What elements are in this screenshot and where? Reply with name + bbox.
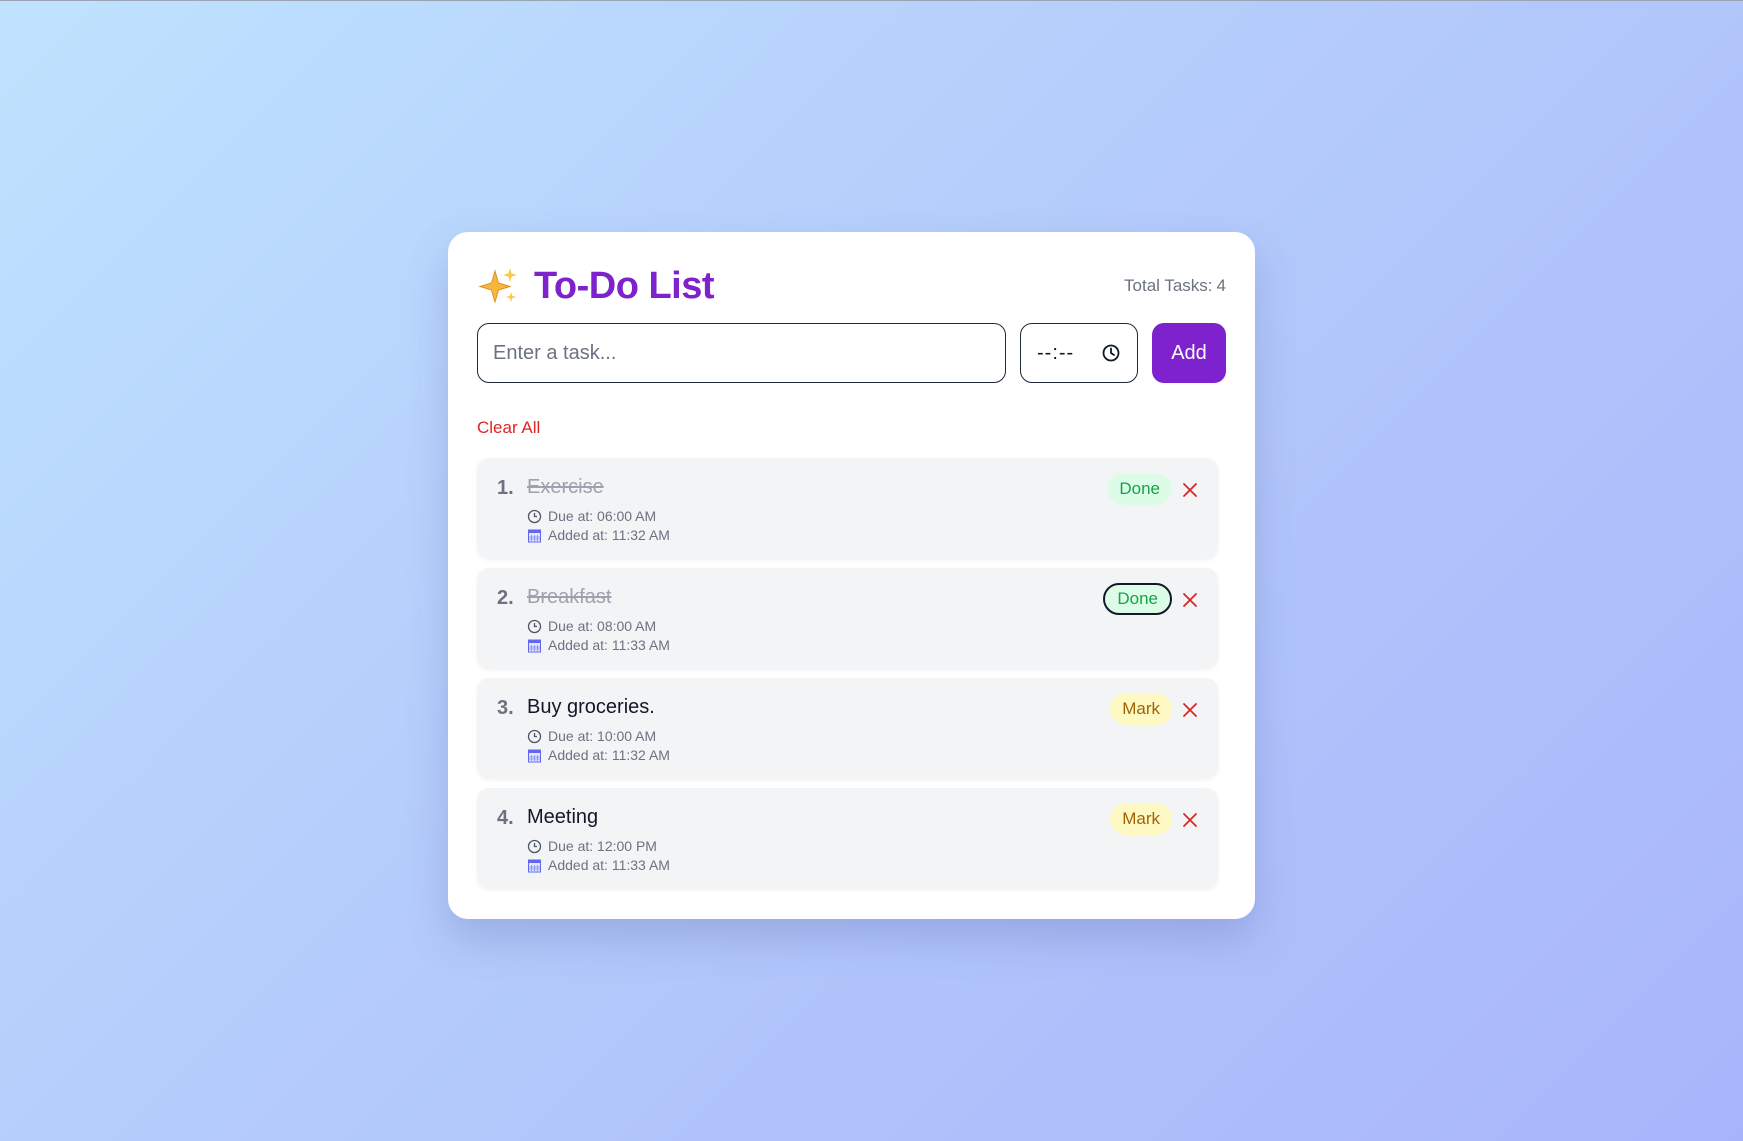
task-added: Added at: 11:33 AM [527, 857, 670, 873]
clock-icon [527, 619, 542, 633]
done-button[interactable]: Done [1103, 583, 1172, 615]
time-value: --:-- [1037, 341, 1075, 364]
task-added: Added at: 11:33 AM [527, 637, 670, 653]
header: To-Do List Total Tasks: 4 [478, 262, 1226, 310]
calendar-icon [528, 529, 541, 542]
task-text: Breakfast [527, 586, 612, 608]
add-button[interactable]: Add [1152, 323, 1226, 383]
task-number: 3. [497, 697, 514, 719]
clear-all-button[interactable]: Clear All [477, 418, 540, 438]
delete-icon[interactable] [1180, 700, 1200, 720]
task-number: 2. [497, 587, 514, 609]
task-due-text: Due at: 12:00 PM [548, 838, 657, 854]
clock-icon[interactable] [1101, 343, 1121, 363]
task-added-text: Added at: 11:32 AM [548, 527, 670, 543]
page-title: To-Do List [534, 264, 715, 307]
delete-icon[interactable] [1180, 590, 1200, 610]
task-item: 4. Meeting Due at: 12:00 PM Added at: 11… [477, 788, 1218, 888]
task-due: Due at: 06:00 AM [527, 508, 656, 524]
clock-icon [527, 839, 542, 853]
add-task-form: --:-- Add [477, 323, 1226, 383]
done-button[interactable]: Done [1107, 473, 1172, 505]
task-due-text: Due at: 08:00 AM [548, 618, 657, 634]
task-text: Meeting [527, 806, 599, 828]
title-wrap: To-Do List [478, 264, 715, 308]
task-text: Buy groceries. [527, 696, 655, 718]
delete-icon[interactable] [1180, 480, 1200, 500]
clock-icon [527, 509, 542, 523]
task-due: Due at: 10:00 AM [527, 728, 656, 744]
calendar-icon [528, 749, 541, 762]
todo-card: To-Do List Total Tasks: 4 --:-- Add Clea… [448, 232, 1255, 919]
calendar-icon [528, 859, 541, 872]
task-number: 1. [497, 477, 514, 499]
task-added-text: Added at: 11:32 AM [548, 747, 670, 763]
task-item: 1. Exercise Due at: 06:00 AM Added at: 1… [477, 458, 1218, 558]
calendar-icon [528, 639, 541, 652]
task-due-text: Due at: 10:00 AM [548, 728, 657, 744]
mark-button[interactable]: Mark [1110, 693, 1172, 725]
task-added: Added at: 11:32 AM [527, 747, 670, 763]
task-item: 3. Buy groceries. Due at: 10:00 AM Added… [477, 678, 1218, 778]
task-due: Due at: 08:00 AM [527, 618, 656, 634]
total-tasks-label: Total Tasks: [1124, 276, 1213, 295]
task-item: 2. Breakfast Due at: 08:00 AM Added at: … [477, 568, 1218, 668]
clock-icon [527, 729, 542, 743]
task-added: Added at: 11:32 AM [527, 527, 670, 543]
task-added-text: Added at: 11:33 AM [548, 637, 670, 653]
task-number: 4. [497, 807, 514, 829]
total-tasks: Total Tasks: 4 [1124, 276, 1226, 296]
task-list: 1. Exercise Due at: 06:00 AM Added at: 1… [477, 458, 1218, 898]
task-text: Exercise [527, 476, 604, 498]
task-added-text: Added at: 11:33 AM [548, 857, 670, 873]
mark-button[interactable]: Mark [1110, 803, 1172, 835]
task-due-text: Due at: 06:00 AM [548, 508, 657, 524]
task-input[interactable] [477, 323, 1006, 383]
task-due: Due at: 12:00 PM [527, 838, 657, 854]
total-tasks-count: 4 [1216, 276, 1226, 295]
delete-icon[interactable] [1180, 810, 1200, 830]
due-time-input[interactable]: --:-- [1020, 323, 1138, 383]
sparkles-icon [478, 268, 517, 304]
